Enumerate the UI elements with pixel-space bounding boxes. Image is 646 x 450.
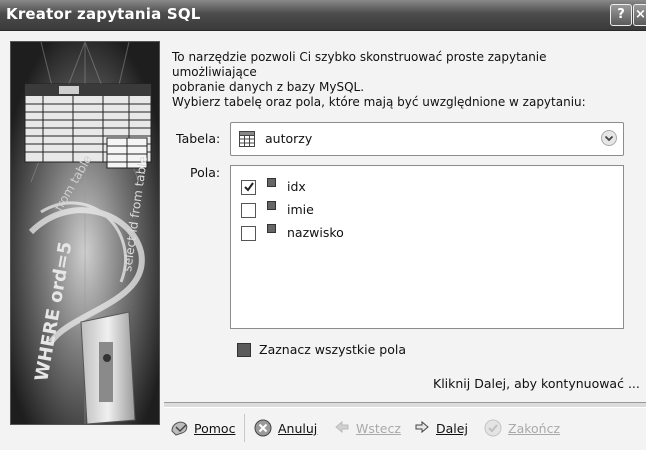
field-checkbox-nazwisko[interactable] <box>241 226 256 241</box>
column-icon <box>267 178 276 187</box>
fields-label: Pola: <box>190 165 221 180</box>
continue-hint: Kliknij Dalej, aby kontynuować ... <box>433 376 640 391</box>
column-icon <box>267 224 276 233</box>
back-button-label: Wstecz <box>356 421 401 436</box>
choose-instruction: Wybierz tabelę oraz pola, które mają być… <box>172 95 586 109</box>
fields-list[interactable]: idx imie nazwisko <box>230 165 624 329</box>
cancel-button-label: Anuluj <box>278 421 318 436</box>
title-bar[interactable]: Kreator zapytania SQL ? × <box>0 0 646 31</box>
wizard-side-image: WHERE ord=5 select id from table from ta… <box>10 41 160 425</box>
field-checkbox-imie[interactable] <box>241 203 256 218</box>
chevron-down-icon[interactable] <box>601 130 617 146</box>
finish-button-label: Zakończ <box>508 421 561 436</box>
cancel-icon <box>254 419 272 440</box>
help-button-label: Pomoc <box>194 421 236 436</box>
wizard-button-bar: Pomoc Anuluj Wstecz Dalej Zakończ <box>164 410 646 450</box>
intro-line-2: pobranie danych z bazy MySQL. <box>172 80 365 94</box>
table-select-value: autorzy <box>265 131 313 146</box>
next-button-label: Dalej <box>436 421 468 436</box>
document-graphic <box>80 311 136 424</box>
button-divider <box>164 402 646 408</box>
help-icon <box>170 419 190 440</box>
field-name: imie <box>287 202 314 217</box>
intro-text: To narzędzie pozwoli Ci szybko skonstruo… <box>172 50 632 95</box>
arrow-right-icon <box>414 419 430 438</box>
close-title-button[interactable]: × <box>633 4 646 26</box>
field-checkbox-idx[interactable] <box>241 180 256 195</box>
finish-icon <box>484 419 502 440</box>
table-icon <box>239 131 255 151</box>
select-all-label: Zaznacz wszystkie pola <box>259 342 406 357</box>
checkmark-icon <box>244 182 254 192</box>
field-name: idx <box>287 179 306 194</box>
wizard-window: Kreator zapytania SQL ? × WHERE ord=5 se… <box>0 0 646 450</box>
window-title: Kreator zapytania SQL <box>6 5 201 23</box>
spreadsheet-graphic <box>24 83 152 169</box>
intro-line-1: To narzędzie pozwoli Ci szybko skonstruo… <box>172 50 547 79</box>
column-icon <box>267 201 276 210</box>
select-all-icon <box>237 343 251 357</box>
field-name: nazwisko <box>287 225 344 240</box>
table-select[interactable]: autorzy <box>230 122 624 156</box>
table-label: Tabela: <box>176 131 221 146</box>
arrow-left-icon <box>334 419 350 438</box>
button-separator <box>244 414 245 442</box>
help-title-button[interactable]: ? <box>610 4 632 26</box>
